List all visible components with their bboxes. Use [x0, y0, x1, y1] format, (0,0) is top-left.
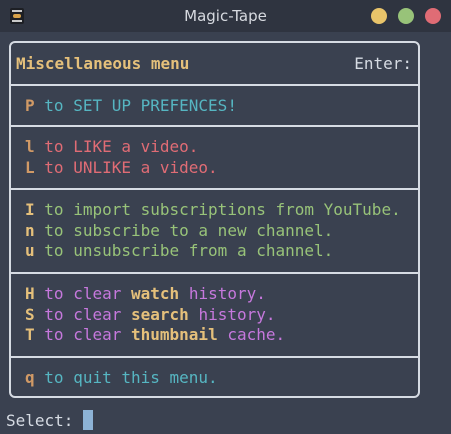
enter-label: Enter: — [354, 54, 412, 73]
menu-item-text: clear — [73, 304, 122, 324]
menu-item-import-subscriptions[interactable]: I to import subscriptions from YouTube. — [25, 200, 418, 221]
window-title: Magic-Tape — [184, 7, 267, 25]
menu-item-text: subscribe to a new channel. — [73, 220, 334, 240]
menu-item-key: L — [25, 157, 35, 177]
menu-item-text: SET UP PREFENCES! — [73, 96, 237, 115]
minimize-button[interactable] — [371, 8, 387, 24]
menu-item-clear-watch-history[interactable]: H to clear watch history. — [25, 284, 418, 305]
menu-item-text: clear — [73, 284, 122, 303]
menu-item-key: T — [25, 325, 35, 345]
prompt-label: Select: — [6, 410, 74, 430]
menu-title: Miscellaneous menu — [16, 54, 190, 73]
menu-item-to: to — [44, 241, 64, 261]
window-controls — [371, 8, 441, 24]
menu-item-to: to — [44, 368, 64, 387]
menu-section-subscriptions: I to import subscriptions from YouTube. … — [11, 190, 418, 274]
menu-item-key: n — [25, 220, 35, 240]
menu-item-to: to — [44, 304, 64, 324]
menu-item-preferences[interactable]: P to SET UP PREFENCES! — [25, 96, 418, 117]
menu-section-preferences: P to SET UP PREFENCES! — [11, 86, 418, 127]
title-bar: Magic-Tape — [0, 0, 451, 32]
menu-item-key: q — [25, 368, 35, 387]
menu-item-to: to — [44, 220, 64, 240]
menu-item-text: quit this menu. — [73, 368, 218, 387]
menu-item-text: UNLIKE a video. — [73, 157, 218, 177]
text-cursor[interactable] — [83, 410, 94, 430]
menu-item-clear-search-history[interactable]: S to clear search history. — [25, 305, 418, 326]
menu-item-key: S — [25, 304, 35, 324]
menu-section-likes: l to LIKE a video. L to UNLIKE a video. — [11, 127, 418, 190]
menu-item-to: to — [44, 284, 64, 303]
app-icon — [10, 8, 24, 24]
menu-section-clear: H to clear watch history. S to clear sea… — [11, 274, 418, 358]
menu-item-highlight: thumbnail — [131, 325, 218, 345]
menu-item-to: to — [44, 200, 64, 219]
menu-item-like[interactable]: l to LIKE a video. — [25, 137, 418, 158]
menu-item-key: P — [25, 96, 35, 115]
menu-section-quit: q to quit this menu. — [11, 358, 418, 396]
menu-item-text: import subscriptions from YouTube. — [73, 200, 401, 219]
menu-item-clear-thumbnail-cache[interactable]: T to clear thumbnail cache. — [25, 325, 418, 346]
menu-item-key: I — [25, 200, 35, 219]
menu-item-key: H — [25, 284, 35, 303]
menu-item-text: history. — [188, 284, 266, 303]
menu-item-key: l — [25, 137, 35, 156]
menu-item-quit[interactable]: q to quit this menu. — [25, 368, 418, 389]
close-button[interactable] — [425, 8, 441, 24]
menu-header: Miscellaneous menu Enter: — [11, 43, 418, 86]
menu-item-text: history. — [198, 304, 276, 324]
menu-item-highlight: watch — [131, 284, 180, 303]
menu-item-subscribe[interactable]: n to subscribe to a new channel. — [25, 221, 418, 242]
menu-item-to: to — [44, 96, 64, 115]
select-prompt[interactable]: Select: — [6, 410, 94, 430]
menu-item-to: to — [44, 157, 64, 177]
menu-item-key: u — [25, 241, 35, 261]
menu-item-to: to — [44, 325, 64, 345]
maximize-button[interactable] — [398, 8, 414, 24]
menu-item-to: to — [44, 137, 64, 156]
menu-item-unsubscribe[interactable]: u to unsubscribe from a channel. — [25, 241, 418, 262]
menu-item-text: cache. — [227, 325, 286, 345]
menu-item-text: unsubscribe from a channel. — [73, 241, 334, 261]
menu-item-text: LIKE a video. — [73, 137, 199, 156]
menu-box: Miscellaneous menu Enter: P to SET UP PR… — [9, 41, 420, 398]
menu-item-highlight: search — [131, 304, 189, 324]
menu-item-unlike[interactable]: L to UNLIKE a video. — [25, 158, 418, 179]
menu-item-text: clear — [73, 325, 122, 345]
